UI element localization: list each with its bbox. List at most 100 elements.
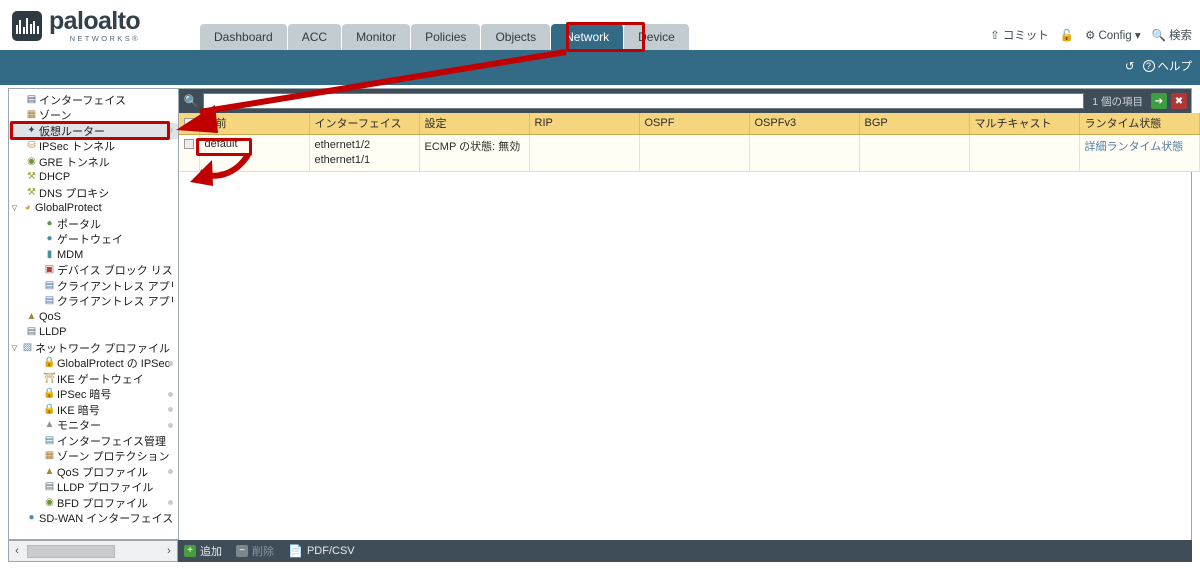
refresh-action[interactable]: ↺ bbox=[1125, 59, 1135, 73]
sidebar-item-sdwan-interface-profile[interactable]: ● SD-WAN インターフェイス プロフ bbox=[9, 511, 178, 527]
sidebar-horizontal-scrollbar[interactable]: ‹ › bbox=[8, 540, 178, 562]
sidebar-item-lock[interactable]: 🔒 IKE 暗号 bbox=[9, 402, 178, 418]
sidebar-item-clientless-app-group[interactable]: ▤クライアントレス アプリケー bbox=[9, 294, 178, 310]
sidebar-item-qos[interactable]: ▲ QoS bbox=[9, 309, 178, 325]
status-dot-icon bbox=[168, 422, 173, 428]
tree-expander-icon[interactable]: ▽ bbox=[9, 204, 20, 212]
scroll-right-arrow[interactable]: › bbox=[161, 545, 177, 557]
sidebar-item-label: インターフェイス管理 bbox=[57, 435, 167, 448]
ipsec-tunnel-icon: ⛁ bbox=[27, 140, 36, 152]
select-all-checkbox[interactable] bbox=[184, 118, 194, 129]
sidebar-item-bfd-profile[interactable]: ◉ BFD プロファイル bbox=[9, 495, 178, 511]
sidebar-item-qos-profile[interactable]: ▲ QoS プロファイル bbox=[9, 464, 178, 480]
export-pdf-csv-button[interactable]: 📄 PDF/CSV bbox=[288, 544, 355, 558]
sidebar-item-label: GlobalProtect の IPSec 暗号 bbox=[57, 358, 174, 371]
commit-action[interactable]: ⇧ コミット bbox=[990, 27, 1049, 43]
status-dot-icon bbox=[168, 407, 173, 413]
tab-objects[interactable]: Objects bbox=[481, 24, 551, 50]
sidebar-item-label: クライアントレス アプリケー bbox=[57, 296, 174, 309]
main-tabs: Dashboard ACC Monitor Policies Objects Networ… bbox=[200, 24, 689, 50]
column-header[interactable]: BGP bbox=[859, 113, 970, 135]
sidebar-item-interface-mgmt[interactable]: ▤ インターフェイス管理 bbox=[9, 433, 178, 449]
sidebar-item-clientless-app[interactable]: ▤クライアントレス アプリケー bbox=[9, 278, 178, 294]
table-row[interactable]: default ethernet1/2 ethernet1/1 ECMP の状態: 無… bbox=[179, 134, 1200, 172]
sidebar-item-label: QoS bbox=[39, 310, 62, 323]
sidebar-item-globalprotect[interactable]: ▽ ◕ GlobalProtect bbox=[9, 201, 178, 217]
sidebar-item-label: 仮想ルーター bbox=[39, 125, 105, 138]
zone-protection-icon: ▦ bbox=[44, 450, 55, 462]
search-action[interactable]: 🔍 検索 bbox=[1152, 27, 1192, 43]
column-header[interactable]: 設定 bbox=[419, 113, 530, 135]
clear-filter-button[interactable]: ✖ bbox=[1171, 93, 1187, 109]
lock-action[interactable]: 🔓 bbox=[1060, 28, 1074, 42]
monitor-icon: ▲ bbox=[44, 419, 55, 431]
column-header[interactable]: OSPF bbox=[639, 113, 750, 135]
sidebar-item-interface[interactable]: ▤ インターフェイス bbox=[9, 92, 178, 108]
column-header[interactable]: OSPFv3 bbox=[749, 113, 860, 135]
paloalto-logo: paloalto NETWORKS® bbox=[12, 9, 141, 43]
paloalto-logo-icon bbox=[12, 10, 42, 41]
sidebar-item-monitor[interactable]: ▲ モニター bbox=[9, 418, 178, 434]
column-header[interactable]: ランタイム状態 bbox=[1079, 113, 1200, 135]
sidebar-item-zone[interactable]: ▦ ゾーン bbox=[9, 108, 178, 124]
sidebar-item-gre-tunnel[interactable]: ◉ GRE トンネル bbox=[9, 154, 178, 170]
sidebar-item-virtual-router[interactable]: ✦ 仮想ルーター bbox=[9, 123, 178, 139]
sidebar-item-label: LLDP プロファイル bbox=[57, 482, 154, 495]
sidebar-item-ipsec-tunnel[interactable]: ⛁ IPSec トンネル bbox=[9, 139, 178, 155]
sidebar-item-lldp-profile[interactable]: ▤ LLDP プロファイル bbox=[9, 480, 178, 496]
lock-icon: 🔒 bbox=[43, 403, 56, 415]
search-input[interactable] bbox=[203, 93, 1085, 109]
delete-button[interactable]: − 削除 bbox=[236, 543, 274, 559]
cell-settings: ECMP の状態: 無効 bbox=[419, 134, 530, 172]
tab-dashboard[interactable]: Dashboard bbox=[200, 24, 287, 50]
tab-network[interactable]: Network bbox=[551, 24, 624, 50]
runtime-status-link[interactable]: 詳細ランタイム状態 bbox=[1085, 141, 1184, 153]
sidebar-item-lldp[interactable]: ▤ LLDP bbox=[9, 325, 178, 341]
row-checkbox[interactable] bbox=[184, 138, 194, 149]
table-body: default ethernet1/2 ethernet1/1 ECMP の状態: 無… bbox=[179, 134, 1200, 172]
scroll-left-arrow[interactable]: ‹ bbox=[9, 545, 25, 557]
help-action[interactable]: ? ヘルプ bbox=[1142, 58, 1192, 74]
sidebar-item-portal[interactable]: ● ポータル bbox=[9, 216, 178, 232]
commit-icon: ⇧ bbox=[990, 30, 1000, 42]
app-root: paloalto NETWORKS® Dashboard ACC Monitor Po… bbox=[0, 0, 1200, 569]
lock-icon: 🔒 bbox=[43, 388, 56, 400]
globalprotect-icon: ◕ bbox=[24, 202, 31, 214]
sidebar-item-mdm[interactable]: ▮ MDM bbox=[9, 247, 178, 263]
tab-acc[interactable]: ACC bbox=[287, 24, 342, 50]
row-select-cell[interactable] bbox=[179, 134, 200, 172]
band-actions: ↺ ? ヘルプ bbox=[1125, 58, 1192, 74]
column-header[interactable]: インターフェイス bbox=[309, 113, 420, 135]
interface-mgmt-icon: ▤ bbox=[44, 434, 55, 446]
sidebar-item-label: DHCP bbox=[39, 171, 71, 184]
sidebar-item-dns-proxy[interactable]: ⚒ DNS プロキシ bbox=[9, 185, 178, 201]
config-action[interactable]: ⚙ Config ▾ bbox=[1085, 28, 1141, 42]
sidebar-item-network-profiles[interactable]: ▽ ▧ ネットワーク プロファイル bbox=[9, 340, 178, 356]
column-header[interactable]: RIP bbox=[529, 113, 640, 135]
dns-proxy-icon: ⚒ bbox=[27, 186, 36, 198]
sidebar-item-ike-gateway[interactable]: ⛩ IKE ゲートウェイ bbox=[9, 371, 178, 387]
pdf-icon: 📄 bbox=[288, 544, 303, 558]
sidebar-item-lock[interactable]: 🔒GlobalProtect の IPSec 暗号 bbox=[9, 356, 178, 372]
tab-policies[interactable]: Policies bbox=[411, 24, 481, 50]
sidebar-item-device-block-list[interactable]: ▣ デバイス ブロック リスト bbox=[9, 263, 178, 279]
export-button-label: PDF/CSV bbox=[306, 545, 355, 557]
add-button[interactable]: + 追加 bbox=[184, 543, 222, 559]
tab-monitor[interactable]: Monitor bbox=[342, 24, 411, 50]
apply-filter-button[interactable]: ➔ bbox=[1151, 93, 1167, 109]
sidebar-item-zone-protection[interactable]: ▦ ゾーン プロテクション bbox=[9, 449, 178, 465]
sidebar-item-label: IKE ゲートウェイ bbox=[57, 373, 144, 386]
sidebar-item-gateway[interactable]: ● ゲートウェイ bbox=[9, 232, 178, 248]
tab-device[interactable]: Device bbox=[624, 24, 689, 50]
scrollbar-thumb[interactable] bbox=[27, 544, 115, 558]
select-all-header[interactable] bbox=[179, 113, 200, 135]
sidebar-item-lock[interactable]: 🔒 IPSec 暗号 bbox=[9, 387, 178, 403]
clientless-app-group-icon: ▤ bbox=[44, 295, 55, 307]
cell-bgp bbox=[859, 134, 970, 172]
qos-profile-icon: ▲ bbox=[44, 465, 55, 477]
sidebar-item-dhcp[interactable]: ⚒ DHCP bbox=[9, 170, 178, 186]
column-header[interactable]: マルチキャスト bbox=[969, 113, 1080, 135]
clientless-app-icon: ▤ bbox=[44, 279, 55, 291]
tree-expander-icon[interactable]: ▽ bbox=[9, 344, 20, 352]
column-header[interactable]: 名前 bbox=[199, 113, 310, 135]
